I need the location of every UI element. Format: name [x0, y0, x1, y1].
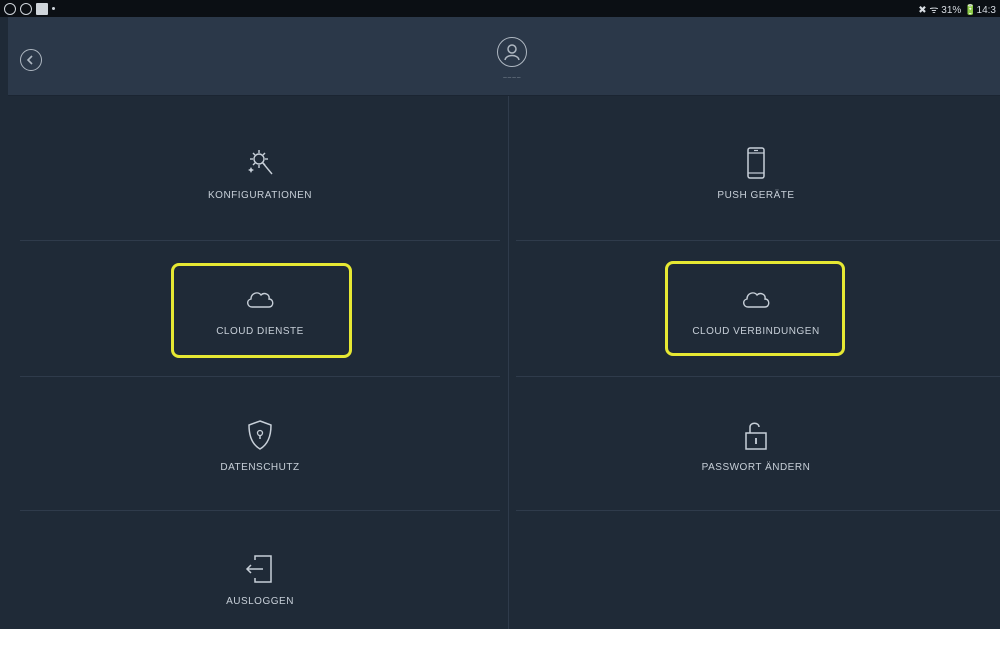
divider — [516, 376, 1000, 377]
chevron-left-icon — [26, 55, 33, 65]
logout-icon — [245, 554, 272, 583]
notification-icon — [20, 2, 32, 15]
cloud-icon — [743, 291, 770, 308]
header-bar: ~~~~ — [8, 17, 1000, 96]
menu-item-datenschutz[interactable]: DATENSCHUTZ — [12, 378, 508, 512]
menu-item-label: PASSWORT ÄNDERN — [701, 461, 811, 473]
menu-item-label: CLOUD VERBINDUNGEN — [692, 325, 820, 337]
notification-icons — [0, 2, 55, 15]
divider — [20, 376, 500, 377]
menu-item-label: DATENSCHUTZ — [220, 461, 300, 473]
menu-item-cloud-dienste[interactable]: CLOUD DIENSTE — [12, 242, 508, 376]
back-button[interactable] — [20, 49, 42, 71]
gallery-icon — [36, 2, 48, 15]
wand-gear-icon — [248, 149, 273, 174]
settings-menu-grid: KONFIGURATIONEN PUSH GERÄTE CLOUD DIENST… — [8, 96, 1000, 629]
cloud-icon — [247, 291, 274, 308]
menu-item-cloud-verbindungen[interactable]: CLOUD VERBINDUNGEN — [508, 242, 1000, 376]
menu-item-push-geraete[interactable]: PUSH GERÄTE — [508, 106, 1000, 240]
menu-item-label: PUSH GERÄTE — [717, 189, 795, 201]
menu-item-ausloggen[interactable]: AUSLOGGEN — [12, 512, 508, 646]
system-status: ✖ ᯤ 31% 🔋14:3 — [918, 2, 1000, 16]
menu-item-label: AUSLOGGEN — [226, 595, 294, 607]
menu-item-konfigurationen[interactable]: KONFIGURATIONEN — [12, 106, 508, 240]
smartphone-icon — [747, 146, 765, 179]
username-label: ~~~~ — [502, 75, 522, 82]
status-text: ✖ ᯤ 31% 🔋14:3 — [918, 4, 996, 16]
unlock-icon — [745, 422, 767, 450]
menu-item-passwort-aendern[interactable]: PASSWORT ÄNDERN — [508, 378, 1000, 512]
menu-item-label: KONFIGURATIONEN — [208, 189, 312, 201]
notification-icon — [4, 2, 16, 15]
app-screen: ✖ ᯤ 31% 🔋14:3 ~~~~ KONFIGURATIONEN PUSH … — [0, 0, 1000, 629]
divider — [516, 240, 1000, 241]
more-notifications-icon — [52, 7, 55, 10]
shield-lock-icon — [248, 419, 272, 450]
status-bar: ✖ ᯤ 31% 🔋14:3 — [0, 0, 1000, 17]
user-avatar-icon[interactable] — [497, 37, 527, 67]
person-icon — [504, 44, 520, 61]
divider — [20, 240, 500, 241]
menu-item-label: CLOUD DIENSTE — [216, 325, 304, 337]
